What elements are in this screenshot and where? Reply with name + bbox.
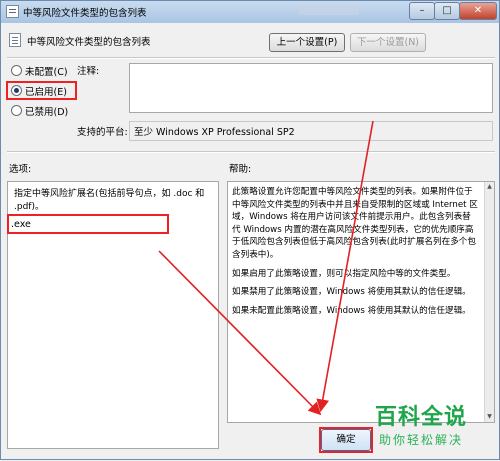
- annotation-arrows: [158, 120, 374, 416]
- highlight-ok-button: [319, 427, 373, 453]
- watermark-logo: 百科全说 助你轻松解决: [373, 399, 493, 453]
- arrow-to-ok-2: [316, 120, 374, 413]
- watermark-title: 百科全说: [375, 405, 468, 430]
- policy-dialog-window: 中等风险文件类型的包含列表 – □ ✕ 中等风险文件类型的包含列表 上一个设置(…: [0, 0, 500, 460]
- arrow-to-ok: [158, 250, 322, 416]
- watermark-subtitle: 助你轻松解决: [379, 433, 464, 447]
